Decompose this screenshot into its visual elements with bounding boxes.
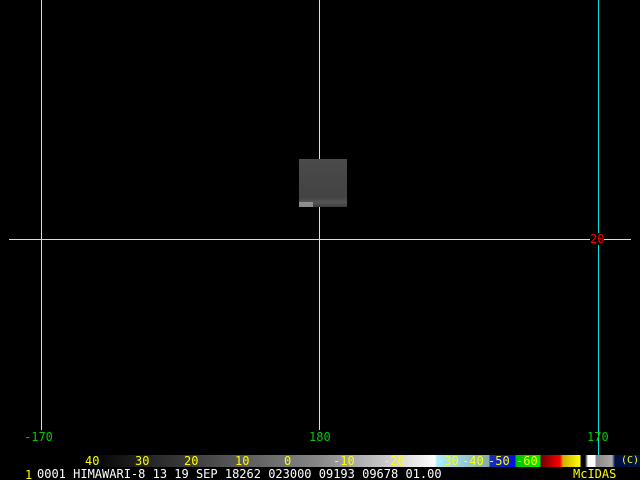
colorbar-label: -10 [333,454,355,468]
satellite-image-tile [299,159,347,207]
mcidas-display: 20 -170 180 170 40 30 20 10 0 -10 -20 -3… [0,0,640,480]
colorbar-label: -40 [462,454,484,468]
colorbar-label: -20 [383,454,405,468]
colorbar-label: 20 [184,454,199,468]
lon-label: 170 [587,430,609,444]
longitude-line-180 [319,0,320,430]
longitude-line-minus-170 [41,0,42,430]
lon-label: 180 [309,430,331,444]
copyright-label: (C) [621,455,640,466]
colorbar-label: -30 [437,454,459,468]
colorbar-label: 40 [85,454,100,468]
colorbar-label: 0 [284,454,292,468]
longitude-line-170 [598,0,599,455]
colorbar-label: -60 [516,454,538,468]
colorbar-label: 30 [135,454,150,468]
frame-number: 1 [25,468,33,480]
colorbar-label: 10 [235,454,250,468]
color-bar [85,455,640,467]
latitude-line-20 [9,239,631,240]
lat-label: 20 [590,232,605,246]
colorbar-label: -50 [488,454,510,468]
lon-label: -170 [24,430,53,444]
mcidas-brand: McIDAS [573,467,617,480]
image-info-line: 0001 HIMAWARI-8 13 19 SEP 18262 023000 0… [37,467,442,480]
